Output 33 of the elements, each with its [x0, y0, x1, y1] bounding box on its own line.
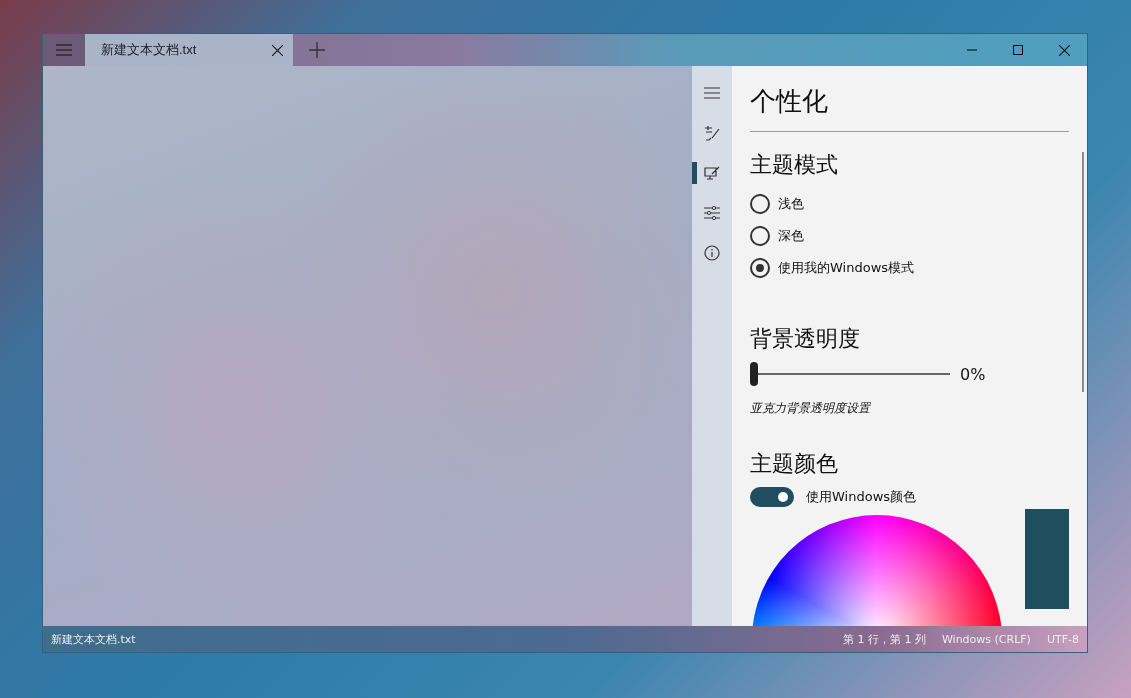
slider-value: 0% [960, 364, 986, 384]
toggle-switch[interactable] [750, 487, 794, 507]
slider-caption: 亚克力背景透明度设置 [750, 400, 872, 417]
line-ending: Windows (CRLF) [941, 632, 1031, 646]
radio-button[interactable] [750, 258, 770, 278]
scrollbar[interactable] [1082, 152, 1084, 392]
page-title: 个性化 [750, 84, 1069, 132]
radio-label: 浅色 [778, 195, 804, 213]
selection-indicator [692, 162, 697, 184]
toggle-label: 使用Windows颜色 [806, 488, 917, 506]
radio-button[interactable] [750, 226, 770, 246]
cursor-position: 第 1 行，第 1 列 [842, 631, 926, 647]
slider-thumb[interactable] [750, 362, 758, 386]
section-heading: 主题模式 [750, 151, 839, 179]
section-heading: 主题颜色 [750, 450, 839, 478]
close-icon [1058, 44, 1070, 56]
encoding: UTF-8 [1046, 632, 1079, 646]
section-heading: 背景透明度 [750, 325, 861, 353]
radio-button[interactable] [750, 194, 770, 214]
monitor-brush-icon [704, 165, 720, 181]
close-icon [272, 44, 283, 56]
pen-icon [704, 125, 720, 141]
radio-label: 使用我的Windows模式 [778, 259, 915, 277]
maximize-icon [1013, 45, 1023, 55]
opacity-slider[interactable] [750, 362, 950, 386]
plus-icon [309, 42, 325, 58]
file-tab[interactable]: 新建文本文档.txt [85, 34, 293, 66]
info-icon [704, 245, 720, 261]
menu-icon [56, 44, 72, 56]
radio-label: 深色 [778, 227, 804, 245]
status-file-name: 新建文本文档.txt [51, 631, 136, 647]
menu-icon [704, 87, 720, 99]
sliders-icon [704, 205, 720, 221]
